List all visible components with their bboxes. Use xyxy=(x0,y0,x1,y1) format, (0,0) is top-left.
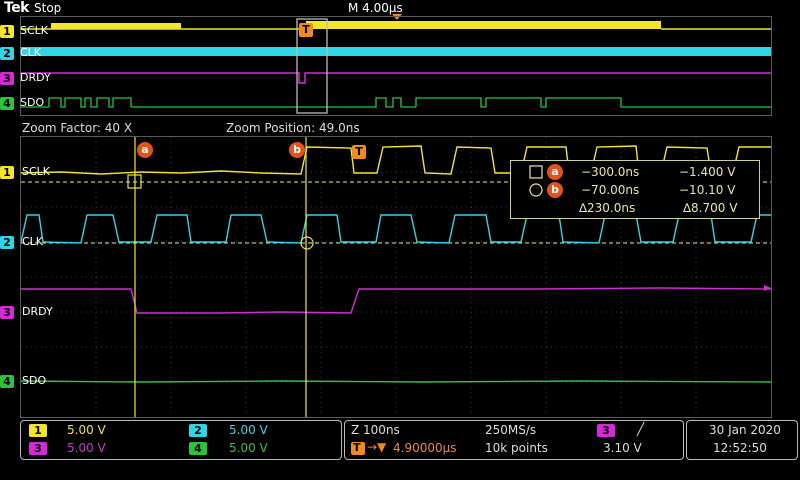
delta-volt: ∆8.700 V xyxy=(683,201,738,215)
sdo-trace xyxy=(21,380,771,383)
cursor-readout: a −300.0ns −1.400 V b −70.00ns −10.10 V … xyxy=(510,160,760,219)
ch2-tag[interactable]: 2 xyxy=(0,47,14,60)
ch2-scale-tag[interactable]: 2 xyxy=(189,424,207,437)
overview-drdy-trace xyxy=(21,72,771,84)
delta-time: ∆230.0ns xyxy=(579,201,636,215)
record-length: 10k points xyxy=(485,441,548,455)
zoom-ch3-tag[interactable]: 3 xyxy=(0,306,14,319)
zoom-ch1-tag[interactable]: 1 xyxy=(0,166,14,179)
brand-logo: Tek xyxy=(4,0,30,16)
zoom-ch1-name: SCLK xyxy=(22,165,51,178)
ch1-scale[interactable]: 5.00 V xyxy=(67,423,106,437)
trigger-icon: T xyxy=(351,441,365,455)
zoom-position: Zoom Position: 49.0ns xyxy=(226,121,360,135)
zoom-ch4-tag[interactable]: 4 xyxy=(0,375,14,388)
date-display: 30 Jan 2020 xyxy=(709,423,781,437)
overview-channel-labels: 1 SCLK 2 CLK 3 DRDY 4 SDO xyxy=(0,22,60,114)
ch3-scale-tag[interactable]: 3 xyxy=(29,442,47,455)
trigger-source[interactable]: 3 xyxy=(597,424,615,437)
ch2-name: CLK xyxy=(20,46,42,59)
circle-cursor-icon xyxy=(529,183,543,197)
trigger-slope-icon[interactable]: ╱ xyxy=(637,422,644,436)
trigger-level[interactable]: 3.10 V xyxy=(603,441,642,455)
ch3-scale[interactable]: 5.00 V xyxy=(67,441,106,455)
zoom-ch3-name: DRDY xyxy=(22,305,53,318)
ch1-name: SCLK xyxy=(20,24,49,37)
timebase-readout[interactable]: M 4.00µs xyxy=(348,1,403,15)
vertical-settings-panel[interactable]: 1 5.00 V 3 5.00 V 2 5.00 V 4 5.00 V xyxy=(20,420,342,460)
ch4-scale[interactable]: 5.00 V xyxy=(229,441,268,455)
cursor-b-time: −70.00ns xyxy=(581,183,640,197)
zoom-factor: Zoom Factor: 40 X xyxy=(22,121,133,135)
ch3-tag[interactable]: 3 xyxy=(0,72,14,85)
zoom-ch4-name: SDO xyxy=(22,374,47,387)
time-display: 12:52:50 xyxy=(713,441,767,455)
trigger-arrow-icon: →▼ xyxy=(367,440,387,454)
trigger-level-arrow xyxy=(764,285,771,291)
ch1-tag[interactable]: 1 xyxy=(0,25,14,38)
ch2-scale[interactable]: 5.00 V xyxy=(229,423,268,437)
trigger-delay[interactable]: 4.90000µs xyxy=(393,441,457,455)
ch4-scale-tag[interactable]: 4 xyxy=(189,442,207,455)
drdy-trace xyxy=(21,287,771,314)
overview-graticule: T xyxy=(20,16,772,116)
overview-trigger-marker[interactable]: T xyxy=(299,23,313,37)
cursor-a-badge[interactable]: a xyxy=(137,142,153,158)
readout-a-badge: a xyxy=(547,164,563,180)
cursor-b-volt: −10.10 V xyxy=(679,183,736,197)
cursor-b-badge[interactable]: b xyxy=(289,142,305,158)
readout-b-badge: b xyxy=(547,182,563,198)
overview-traces xyxy=(21,18,771,114)
square-cursor-icon xyxy=(529,165,543,179)
zoom-trigger-marker[interactable]: T xyxy=(352,145,366,159)
status-bar: Tek Stop M 4.00µs xyxy=(0,0,800,20)
overview-clk-trace xyxy=(21,47,771,56)
horizontal-trigger-panel[interactable]: Z 100ns 250MS/s T →▼ 4.90000µs 10k point… xyxy=(344,420,684,460)
ch4-name: SDO xyxy=(20,96,45,109)
datetime-panel: 30 Jan 2020 12:52:50 xyxy=(686,420,798,460)
zoom-ch2-tag[interactable]: 2 xyxy=(0,236,14,249)
run-state[interactable]: Stop xyxy=(34,1,61,15)
ch1-scale-tag[interactable]: 1 xyxy=(29,424,47,437)
zoom-timebase[interactable]: Z 100ns xyxy=(351,423,400,437)
sample-rate: 250MS/s xyxy=(485,423,537,437)
cursor-a-time: −300.0ns xyxy=(581,165,640,179)
ch4-tag[interactable]: 4 xyxy=(0,97,14,110)
ch3-name: DRDY xyxy=(20,71,51,84)
zoom-ch2-name: CLK xyxy=(22,235,44,248)
overview-sclk-trace xyxy=(21,21,771,30)
clk-trace xyxy=(21,214,771,244)
cursor-a-volt: −1.400 V xyxy=(679,165,736,179)
overview-sdo-trace xyxy=(21,97,771,108)
